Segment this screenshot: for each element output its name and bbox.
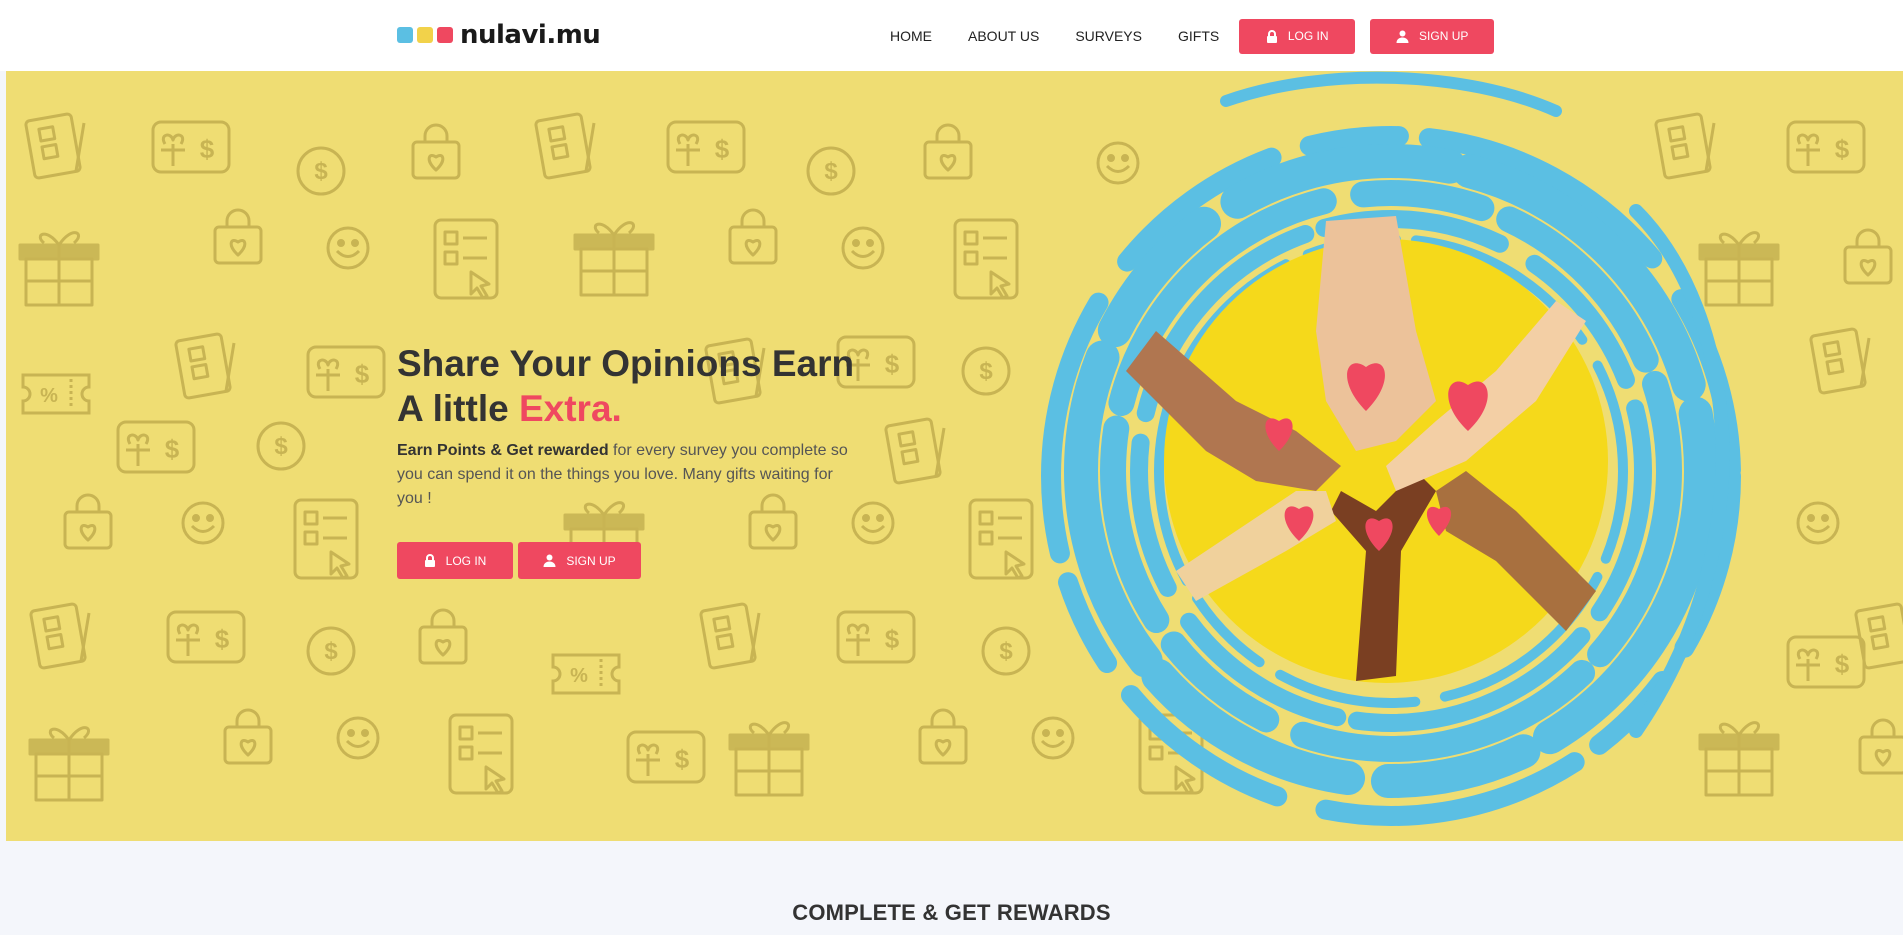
nav-about-us[interactable]: ABOUT US [968,20,1039,52]
hero-title-line1: Share Your Opinions Earn [397,343,855,384]
lock-icon [424,554,435,567]
lock-icon [1266,29,1277,43]
hero-title-accent: Extra. [518,388,622,429]
hero-content: Share Your Opinions Earn A little Extra.… [397,341,877,511]
hands-hearts-illustration [1041,71,1741,826]
logo-square-red [437,27,453,43]
hero-login-label: LOG IN [445,553,487,568]
section-title: COMPLETE & GET REWARDS [792,900,1111,925]
hero-title: Share Your Opinions Earn A little Extra. [397,341,877,431]
hero-title-line2: A little [397,388,519,429]
site-header: nulavi.mu HOME ABOUT US SURVEYS GIFTS LO… [0,0,1903,71]
main-nav: HOME ABOUT US SURVEYS GIFTS LOG IN SIGN … [890,18,1495,54]
hero-signup-button[interactable]: SIGN UP [518,542,641,579]
nav-surveys[interactable]: SURVEYS [1075,20,1142,52]
hero-buttons: LOG IN SIGN UP [397,542,641,579]
header-login-button[interactable]: LOG IN [1239,18,1356,54]
nav-gifts[interactable]: GIFTS [1178,20,1219,52]
hero-section: $ $ % Share Your Opinions Earn A little … [6,71,1903,841]
hero-login-button[interactable]: LOG IN [397,542,513,579]
brand-name: nulavi.mu [460,20,601,50]
logo-square-yellow [417,27,433,43]
nav-home[interactable]: HOME [890,20,932,52]
logo[interactable]: nulavi.mu [397,18,601,52]
hero-description-bold: Earn Points & Get rewarded [397,442,609,459]
logo-square-blue [397,27,413,43]
header-signup-button[interactable]: SIGN UP [1370,18,1495,54]
header-signup-label: SIGN UP [1419,29,1469,43]
header-login-label: LOG IN [1287,29,1329,43]
hero-signup-label: SIGN UP [566,553,616,568]
hero-description: Earn Points & Get rewarded for every sur… [397,439,857,511]
user-icon [1396,30,1409,43]
user-icon [543,554,556,567]
